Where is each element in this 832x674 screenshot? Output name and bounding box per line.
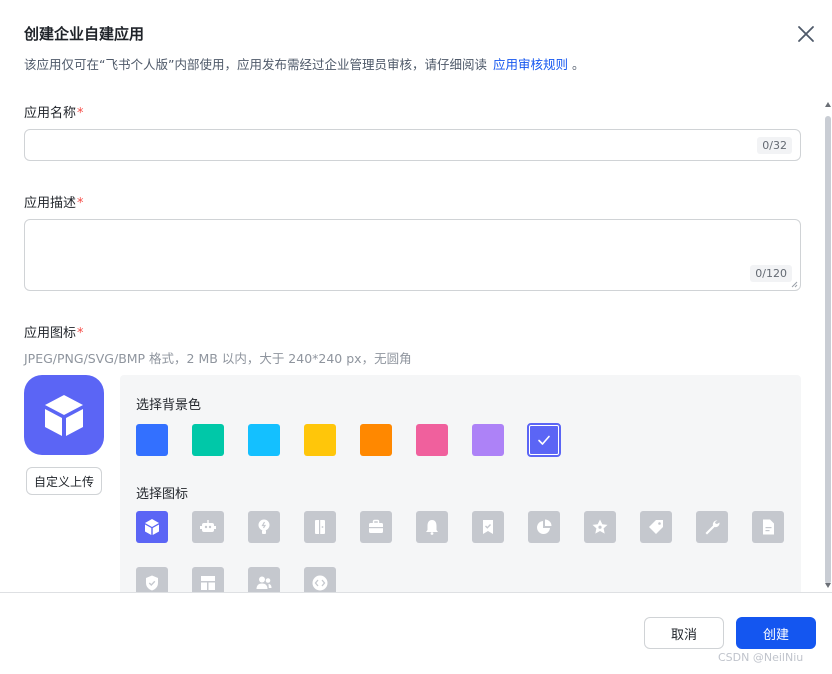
cube-icon xyxy=(145,519,159,535)
icon-option[interactable] xyxy=(248,511,280,543)
close-icon xyxy=(798,26,814,42)
lightbulb-icon xyxy=(258,519,270,534)
bookmark-check-icon xyxy=(483,520,493,534)
icon-option[interactable] xyxy=(752,511,784,543)
color-swatch[interactable] xyxy=(248,424,280,456)
app-icon-label-text: 应用图标 xyxy=(24,326,77,341)
app-desc-counter: 0/120 xyxy=(750,265,792,282)
app-desc-label-text: 应用描述 xyxy=(24,196,77,211)
choose-icon-label: 选择图标 xyxy=(136,487,189,502)
required-mark: * xyxy=(77,196,84,211)
icon-picker-panel: 选择背景色 选择图标 xyxy=(120,375,801,592)
icon-option[interactable] xyxy=(696,511,728,543)
pie-chart-icon xyxy=(537,519,552,534)
dialog-footer: 取消 创建 CSDN @NeilNiu xyxy=(0,592,832,674)
bell-icon xyxy=(426,520,438,535)
app-desc-label: 应用描述* xyxy=(24,192,84,211)
icon-option[interactable] xyxy=(528,511,560,543)
layout-icon xyxy=(201,576,215,590)
icon-option[interactable] xyxy=(584,511,616,543)
color-swatch[interactable] xyxy=(360,424,392,456)
scroll-down-arrow-icon[interactable] xyxy=(825,583,831,588)
app-name-label-text: 应用名称 xyxy=(24,106,77,121)
color-swatch[interactable] xyxy=(136,424,168,456)
color-swatch[interactable] xyxy=(472,424,504,456)
cube-icon xyxy=(45,395,83,436)
close-button[interactable] xyxy=(795,23,817,45)
review-rules-link[interactable]: 应用审核规则 xyxy=(493,57,568,72)
color-swatch[interactable] xyxy=(304,424,336,456)
app-name-input[interactable]: 0/32 xyxy=(24,129,801,161)
icon-option[interactable] xyxy=(472,511,504,543)
icon-option[interactable] xyxy=(248,567,280,592)
icon-option[interactable] xyxy=(136,567,168,592)
app-name-label: 应用名称* xyxy=(24,102,84,121)
shield-check-icon xyxy=(146,575,158,591)
color-swatch[interactable] xyxy=(416,424,448,456)
color-swatch[interactable] xyxy=(192,424,224,456)
watermark: CSDN @NeilNiu xyxy=(718,651,804,664)
users-icon xyxy=(256,576,272,589)
icon-option[interactable] xyxy=(416,511,448,543)
check-icon xyxy=(538,435,550,445)
app-desc-textarea[interactable]: 0/120 xyxy=(24,219,801,291)
cancel-button[interactable]: 取消 xyxy=(644,617,724,649)
app-icon-preview xyxy=(24,375,104,455)
icon-option[interactable] xyxy=(360,511,392,543)
create-app-dialog: 创建企业自建应用 该应用仅可在“飞书个人版”内部使用，应用发布需经过企业管理员审… xyxy=(0,0,832,674)
create-button[interactable]: 创建 xyxy=(736,617,816,649)
star-icon xyxy=(592,519,608,534)
door-icon xyxy=(315,520,325,534)
scroll-up-arrow-icon[interactable] xyxy=(825,102,831,107)
app-name-counter: 0/32 xyxy=(757,137,792,154)
app-icon-label: 应用图标* xyxy=(24,322,84,341)
icon-option[interactable] xyxy=(192,511,224,543)
form-scroll-area: 应用名称* 0/32 应用描述* 0/120 应用图标* JPEG/PNG/SV… xyxy=(0,86,832,592)
subtitle-text: 该应用仅可在“飞书个人版”内部使用，应用发布需经过企业管理员审核，请仔细阅读 xyxy=(24,57,487,72)
scrollbar-thumb[interactable] xyxy=(825,116,831,584)
required-mark: * xyxy=(77,106,84,121)
bg-color-label: 选择背景色 xyxy=(136,398,202,413)
resize-handle-icon[interactable] xyxy=(791,281,798,288)
app-icon-hint: JPEG/PNG/SVG/BMP 格式，2 MB 以内，大于 240*240 p… xyxy=(24,351,412,366)
wrench-icon xyxy=(705,520,720,535)
icon-option[interactable] xyxy=(136,511,168,543)
icon-option[interactable] xyxy=(640,511,672,543)
custom-upload-button[interactable]: 自定义上传 xyxy=(26,467,102,495)
icon-option[interactable] xyxy=(192,567,224,592)
color-swatch[interactable] xyxy=(527,423,561,457)
briefcase-icon xyxy=(369,519,383,533)
code-icon xyxy=(312,575,328,591)
document-icon xyxy=(763,519,774,535)
tag-icon xyxy=(649,520,663,534)
dialog-subtitle: 该应用仅可在“飞书个人版”内部使用，应用发布需经过企业管理员审核，请仔细阅读 应用… xyxy=(24,54,585,73)
required-mark: * xyxy=(77,326,84,341)
scrollbar[interactable] xyxy=(824,100,832,590)
dialog-title: 创建企业自建应用 xyxy=(24,25,145,43)
subtitle-end: 。 xyxy=(571,57,585,72)
robot-icon xyxy=(200,520,216,532)
icon-option[interactable] xyxy=(304,567,336,592)
icon-option[interactable] xyxy=(304,511,336,543)
